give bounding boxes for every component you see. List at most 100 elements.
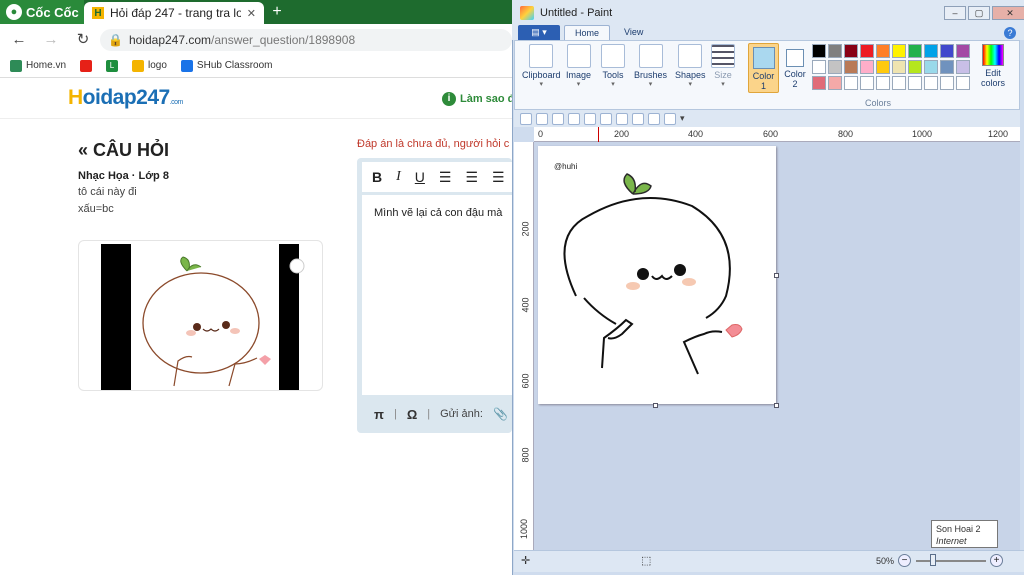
close-button[interactable]: ✕: [992, 6, 1024, 20]
palette-swatch[interactable]: [908, 60, 922, 74]
omega-button[interactable]: Ω: [407, 407, 417, 422]
align-left-icon[interactable]: ☰: [439, 169, 452, 186]
palette-swatch[interactable]: [924, 76, 938, 90]
bookmark-shub[interactable]: SHub Classroom: [180, 59, 273, 72]
coccoc-menu-button[interactable]: ● Cốc Cốc: [0, 0, 84, 24]
palette-swatch[interactable]: [860, 44, 874, 58]
homevn-icon: [10, 59, 22, 72]
palette-swatch[interactable]: [940, 44, 954, 58]
palette-swatch[interactable]: [908, 44, 922, 58]
color2-swatch: [786, 49, 804, 67]
double-chevron-left-icon[interactable]: «: [78, 140, 88, 160]
forward-button[interactable]: →: [42, 31, 60, 48]
color-picker-icon[interactable]: [632, 112, 644, 125]
align-center-icon[interactable]: ☰: [465, 169, 478, 186]
resize-handle-right[interactable]: [774, 273, 779, 278]
palette-swatch[interactable]: [956, 44, 970, 58]
palette-swatch[interactable]: [844, 60, 858, 74]
palette-swatch[interactable]: [828, 76, 842, 90]
palette-swatch[interactable]: [892, 44, 906, 58]
minimize-button[interactable]: –: [944, 6, 966, 20]
tools-button[interactable]: Tools ▾: [601, 44, 625, 88]
palette-swatch[interactable]: [940, 60, 954, 74]
paint-file-button[interactable]: ▤ ▾: [518, 25, 560, 40]
align-right-icon[interactable]: ☰: [492, 169, 505, 186]
palette-swatch[interactable]: [940, 76, 954, 90]
palette-swatch[interactable]: [844, 44, 858, 58]
image-button[interactable]: Image ▾: [566, 44, 591, 88]
info-icon: i: [442, 92, 456, 106]
zoom-slider-track[interactable]: [916, 560, 986, 562]
palette-swatch[interactable]: [876, 44, 890, 58]
underline-button[interactable]: U: [415, 169, 425, 185]
shapes-button[interactable]: Shapes ▾: [675, 44, 706, 88]
palette-swatch[interactable]: [956, 76, 970, 90]
color1-button[interactable]: Color 1: [748, 43, 779, 93]
zoom-in-button[interactable]: +: [990, 554, 1003, 567]
help-link[interactable]: i Làm sao đ: [442, 92, 514, 106]
palette-swatch[interactable]: [812, 76, 826, 90]
palette-swatch[interactable]: [956, 60, 970, 74]
palette-swatch[interactable]: [828, 44, 842, 58]
zoom-out-button[interactable]: −: [898, 554, 911, 567]
palette-swatch[interactable]: [876, 60, 890, 74]
magnifier-icon[interactable]: [664, 112, 676, 125]
palette-swatch[interactable]: [892, 76, 906, 90]
palette-swatch[interactable]: [844, 76, 858, 90]
brushes-button[interactable]: Brushes ▾: [634, 44, 667, 88]
answer-textarea[interactable]: Mình vẽ lại cả con đậu mà: [362, 195, 512, 395]
customize-qat-icon[interactable]: ▾: [680, 113, 685, 124]
tab-home[interactable]: Home: [564, 25, 611, 40]
palette-swatch[interactable]: [892, 60, 906, 74]
palette-swatch[interactable]: [860, 60, 874, 74]
bold-button[interactable]: B: [372, 169, 382, 185]
edit-colors-button[interactable]: Edit colors: [977, 44, 1009, 88]
address-bar[interactable]: 🔒 hoidap247.com/answer_question/1898908: [100, 29, 512, 51]
text-icon[interactable]: [616, 112, 628, 125]
editor-toolbar: B I U ☰ ☰ ☰: [362, 162, 512, 192]
italic-button[interactable]: I: [396, 169, 401, 185]
tab-hoidap247[interactable]: H Hỏi đáp 247 - trang tra loi ✕: [84, 2, 264, 24]
maximize-button[interactable]: ▢: [968, 6, 990, 20]
lines-icon[interactable]: [648, 112, 660, 125]
select-icon[interactable]: [568, 112, 580, 125]
print-icon[interactable]: [584, 112, 596, 125]
save-icon[interactable]: [520, 112, 532, 125]
tab-close-icon[interactable]: ✕: [247, 7, 256, 20]
palette-swatch[interactable]: [876, 76, 890, 90]
bookmark-homevn[interactable]: Home.vn: [10, 59, 66, 72]
coccoc-brand-label: Cốc Cốc: [26, 4, 79, 20]
bookmark-youtube[interactable]: [80, 59, 93, 72]
palette-swatch[interactable]: [908, 76, 922, 90]
new-tab-button[interactable]: +: [268, 2, 286, 22]
color2-button[interactable]: Color 2: [782, 43, 808, 93]
reload-button[interactable]: ↻: [74, 30, 92, 48]
ruler-cursor-marker: [598, 127, 599, 142]
youtube-icon: [80, 59, 93, 72]
back-button[interactable]: ←: [10, 31, 28, 48]
resize-handle-corner[interactable]: [774, 403, 779, 408]
palette-swatch[interactable]: [924, 60, 938, 74]
paperclip-icon[interactable]: 📎: [493, 407, 508, 421]
bookmark-logo[interactable]: logo: [132, 59, 167, 72]
redo-icon[interactable]: [552, 112, 564, 125]
help-icon[interactable]: ?: [1004, 27, 1016, 39]
palette-swatch[interactable]: [812, 60, 826, 74]
undo-icon[interactable]: [536, 112, 548, 125]
tab-view[interactable]: View: [614, 25, 653, 40]
palette-swatch[interactable]: [860, 76, 874, 90]
palette-swatch[interactable]: [828, 60, 842, 74]
bookmark-l[interactable]: L: [106, 59, 119, 72]
spectrum-icon: [982, 44, 1004, 66]
resize-handle-bottom[interactable]: [653, 403, 658, 408]
palette-swatch[interactable]: [924, 44, 938, 58]
fill-icon[interactable]: [600, 112, 612, 125]
shub-icon: [180, 59, 193, 72]
pi-button[interactable]: π: [374, 407, 384, 422]
clipboard-button[interactable]: Clipboard ▾: [522, 44, 561, 88]
palette-swatch[interactable]: [812, 44, 826, 58]
site-logo[interactable]: Hoidap247.com: [68, 86, 183, 110]
question-image[interactable]: [78, 240, 323, 391]
zoom-slider-thumb[interactable]: [930, 554, 936, 566]
size-button[interactable]: Size ▾: [711, 44, 735, 88]
